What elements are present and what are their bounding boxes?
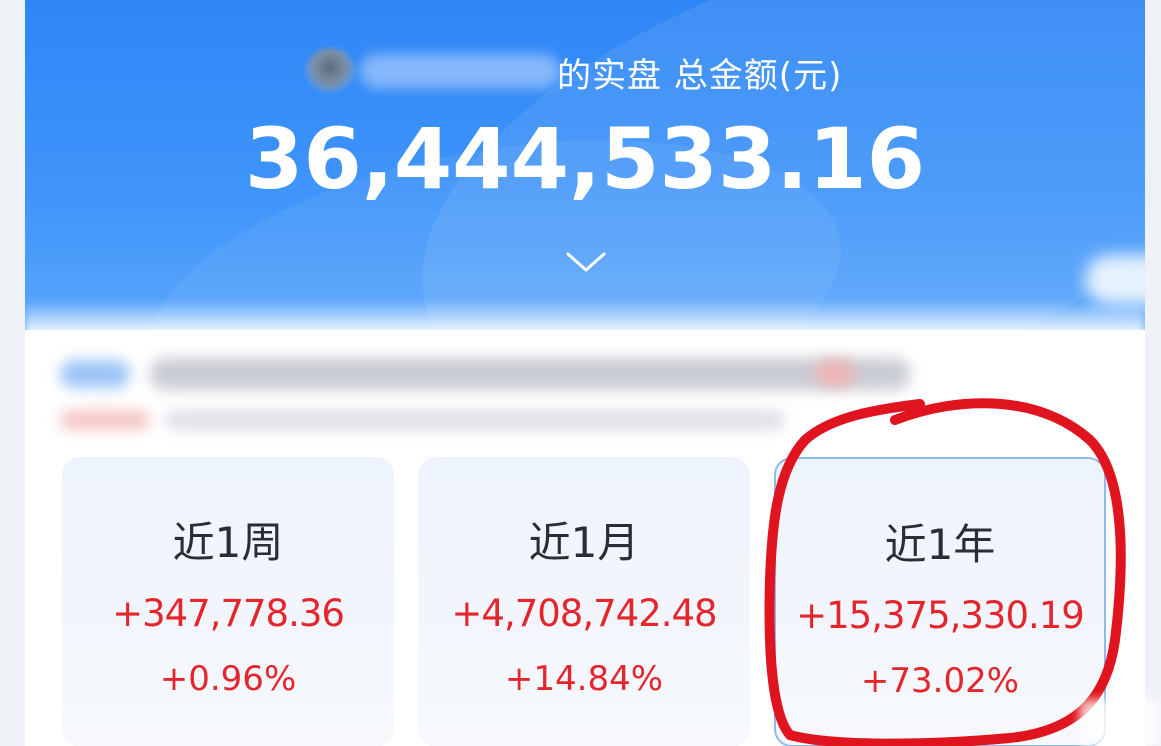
period-label: 近1周 xyxy=(172,518,284,567)
account-header: 的实盘 总金额(元) 36,444,533.16 xyxy=(25,0,1145,330)
left-margin xyxy=(0,0,25,746)
blurred-info-line xyxy=(150,358,910,390)
blurred-badge xyxy=(60,360,130,388)
period-label: 近1月 xyxy=(528,518,640,567)
period-gain-percent: +0.96% xyxy=(159,659,297,699)
avatar xyxy=(305,48,355,92)
account-label: 的实盘 总金额(元) xyxy=(557,56,843,96)
period-gain-amount: +15,375,330.19 xyxy=(796,594,1085,637)
period-card-year[interactable]: 近1年 +15,375,330.19 +73.02% xyxy=(774,457,1106,746)
period-gain-amount: +4,708,742.48 xyxy=(451,592,717,635)
period-label: 近1年 xyxy=(884,520,996,569)
blurred-region xyxy=(1085,255,1145,305)
header-fade xyxy=(25,300,1145,360)
period-gain-percent: +14.84% xyxy=(504,659,664,699)
blurred-info-line xyxy=(165,410,785,430)
total-amount: 36,444,533.16 xyxy=(244,110,926,208)
blurred-highlight xyxy=(815,360,855,386)
period-card-month[interactable]: 近1月 +4,708,742.48 +14.84% xyxy=(418,457,750,746)
chevron-down-icon[interactable] xyxy=(566,248,606,276)
period-card-week[interactable]: 近1周 +347,778.36 +0.96% xyxy=(62,457,394,746)
account-title-row: 的实盘 总金额(元) xyxy=(25,40,1145,100)
right-margin xyxy=(1145,0,1161,746)
watermark xyxy=(1080,700,1160,746)
period-gain-amount: +347,778.36 xyxy=(112,592,345,635)
period-gain-percent: +73.02% xyxy=(860,661,1020,701)
blurred-account-name xyxy=(360,54,560,88)
account-overview-panel: 的实盘 总金额(元) 36,444,533.16 近1周 +347,778.36… xyxy=(25,0,1145,746)
blurred-tag xyxy=(60,410,150,430)
